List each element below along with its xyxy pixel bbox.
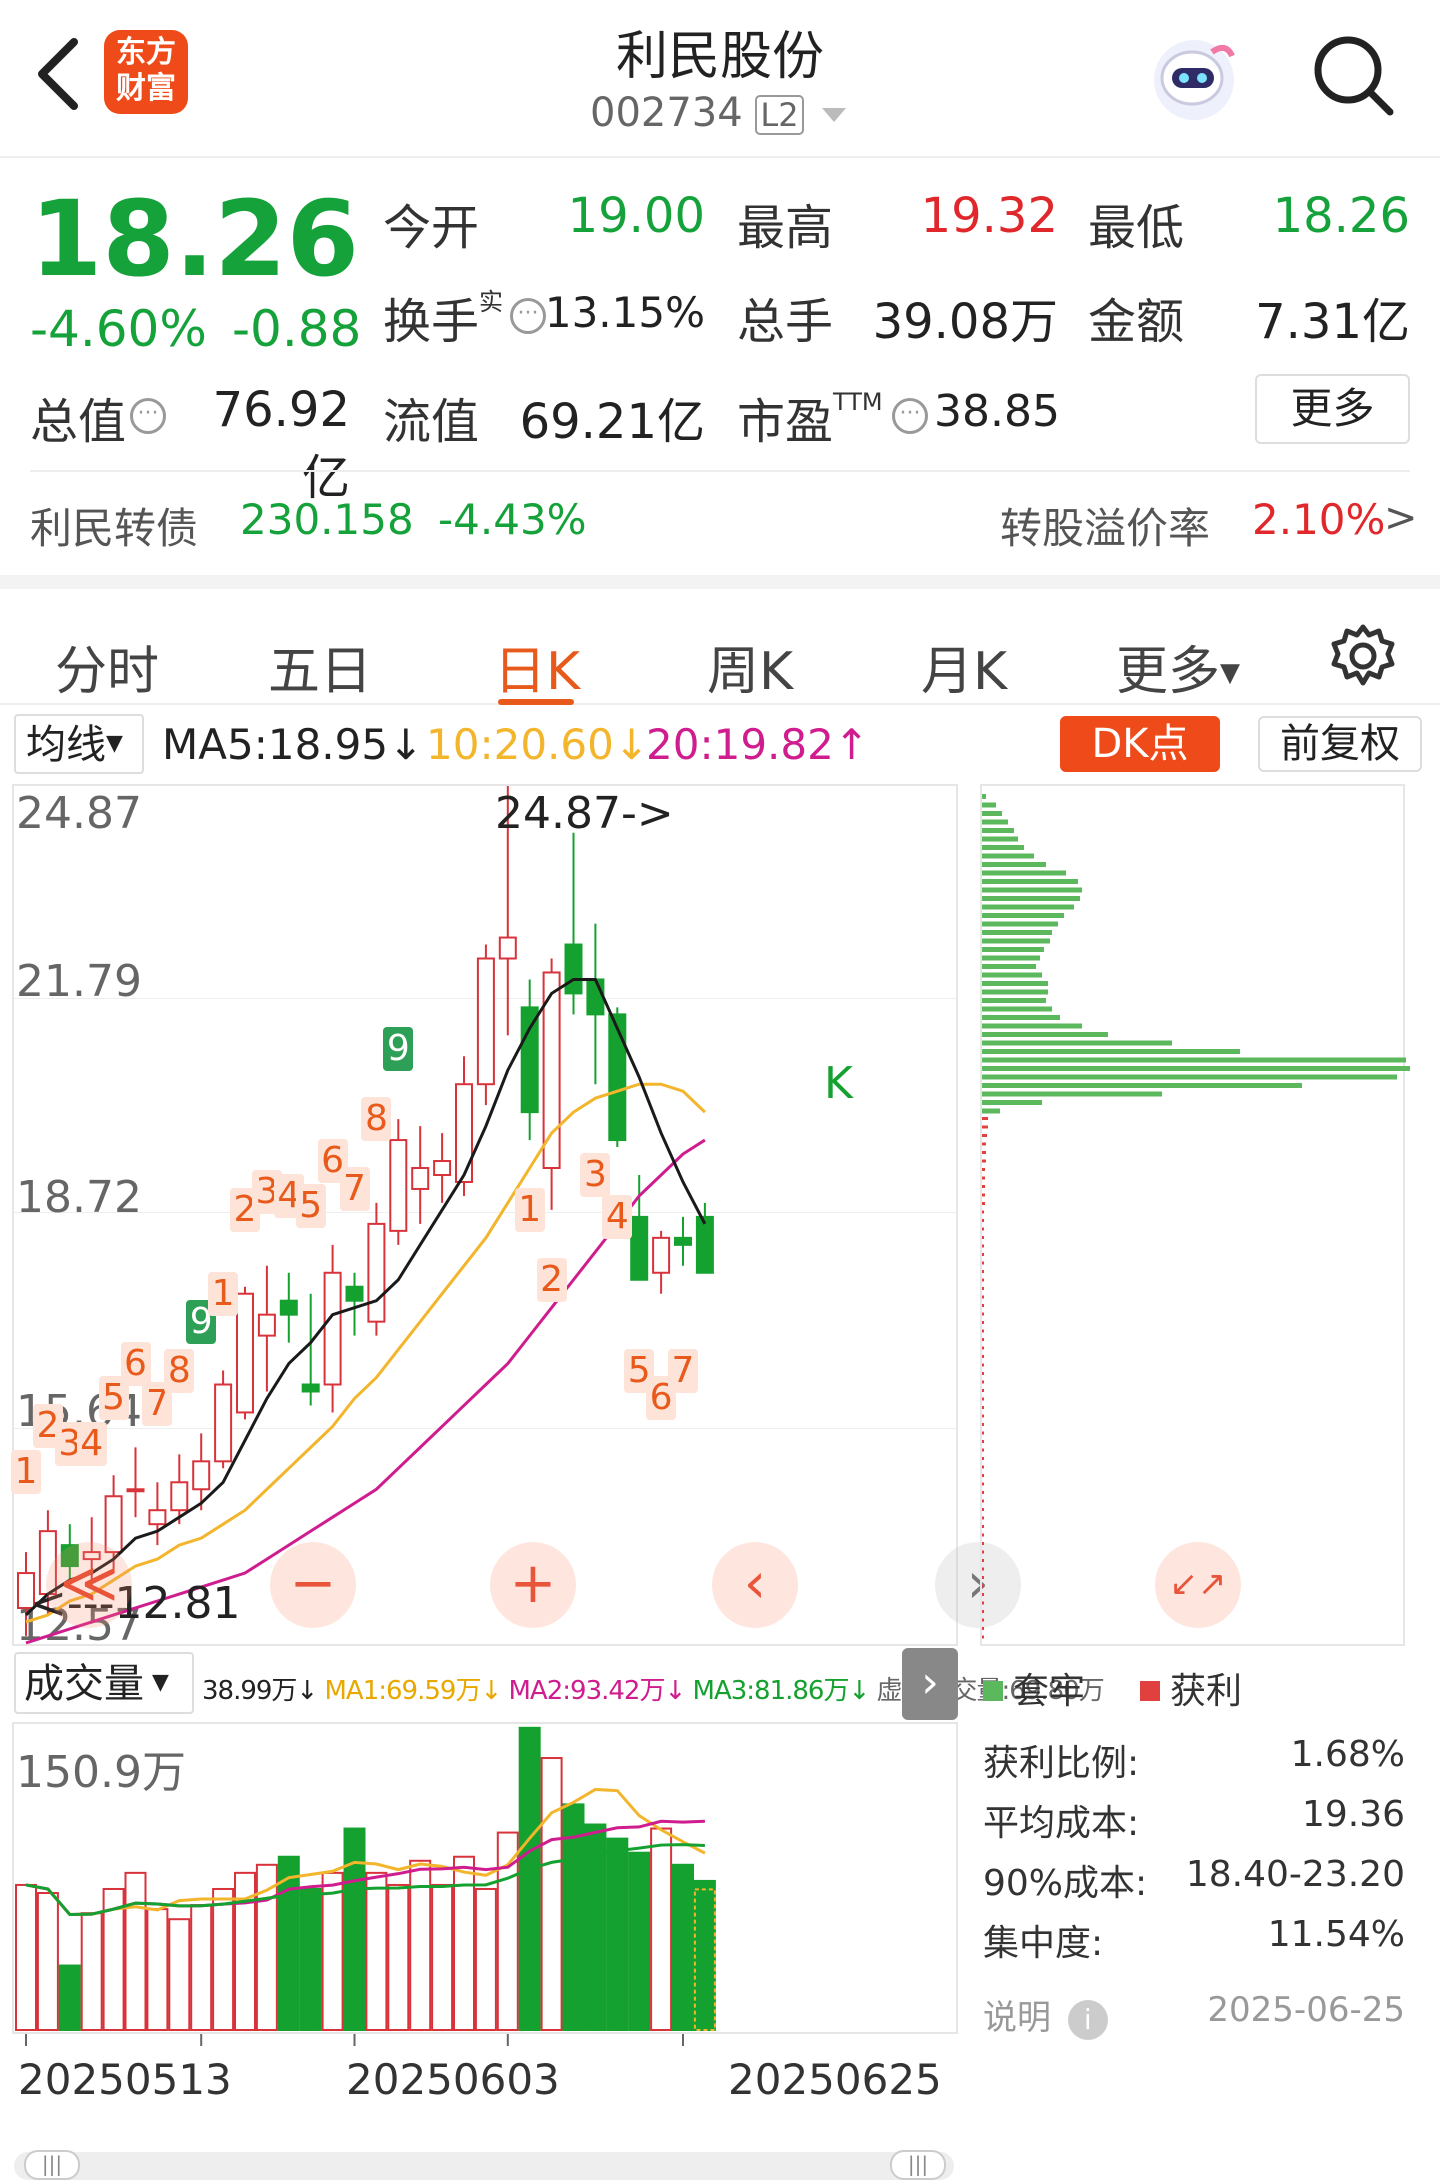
scroll-handle-right[interactable]: ||| xyxy=(890,2150,946,2180)
volume-bar xyxy=(540,1757,563,2032)
volume-bar xyxy=(58,1964,81,2031)
legend-trap-label: 套牢 xyxy=(1013,1671,1086,1712)
cost90-label: 90%成本: xyxy=(983,1863,1148,1904)
volume-bar xyxy=(212,1887,235,2032)
legend-profit-label: 获利 xyxy=(1170,1671,1243,1712)
x-axis-date: 20250513 xyxy=(18,2055,232,2104)
volume-bar xyxy=(36,1892,59,2032)
volume-bar xyxy=(518,1726,541,2031)
chip-note-label: 说明 xyxy=(983,1998,1051,2038)
concentration-label: 集中度: xyxy=(983,1923,1104,1964)
avg-cost-label: 平均成本: xyxy=(983,1803,1140,1844)
legend-trap: 套牢 xyxy=(983,1662,1085,1714)
volume-bar xyxy=(146,1908,169,2031)
volume-bar xyxy=(343,1827,366,2032)
legend-trap-swatch xyxy=(983,1681,1003,1701)
chip-date: 2025-06-25 xyxy=(1207,1990,1405,2030)
volume-bar xyxy=(80,1912,103,2032)
scroll-handle-left[interactable]: ||| xyxy=(24,2150,80,2180)
volume-bar xyxy=(453,1855,475,2032)
volume-bar xyxy=(606,1837,629,2032)
volume-bar xyxy=(628,1851,651,2032)
profit-ratio-label: 获利比例: xyxy=(983,1743,1140,1784)
volume-bar xyxy=(365,1871,388,2031)
volume-bar xyxy=(299,1887,322,2032)
volume-bar xyxy=(693,1879,716,2031)
concentration-value: 11.54% xyxy=(1267,1914,1405,1955)
volume-bar xyxy=(190,1904,213,2031)
info-icon: i xyxy=(1067,2000,1108,2040)
legend-profit: 获利 xyxy=(1140,1662,1242,1714)
volume-chart xyxy=(15,1726,716,2046)
range-scrollbar[interactable] xyxy=(14,2152,954,2180)
volume-bar xyxy=(387,1883,410,2032)
legend-profit-swatch xyxy=(1140,1681,1160,1701)
volume-bar xyxy=(321,1871,344,2031)
volume-bar xyxy=(431,1883,454,2032)
volume-bar xyxy=(650,1827,673,2032)
volume-bar xyxy=(168,1918,191,2031)
chip-note[interactable]: 说明 i xyxy=(983,1990,1108,2040)
x-axis-date: 20250603 xyxy=(346,2055,560,2104)
profit-ratio-value: 1.68% xyxy=(1290,1734,1405,1775)
volume-bar xyxy=(15,1883,37,2032)
avg-cost-value: 19.36 xyxy=(1301,1794,1405,1835)
volume-bar xyxy=(124,1871,147,2031)
volume-bar xyxy=(672,1863,694,2032)
x-axis-date: 20250625 xyxy=(728,2055,942,2104)
volume-bar xyxy=(474,1887,497,2032)
cost90-value: 18.40-23.20 xyxy=(1185,1854,1405,1895)
